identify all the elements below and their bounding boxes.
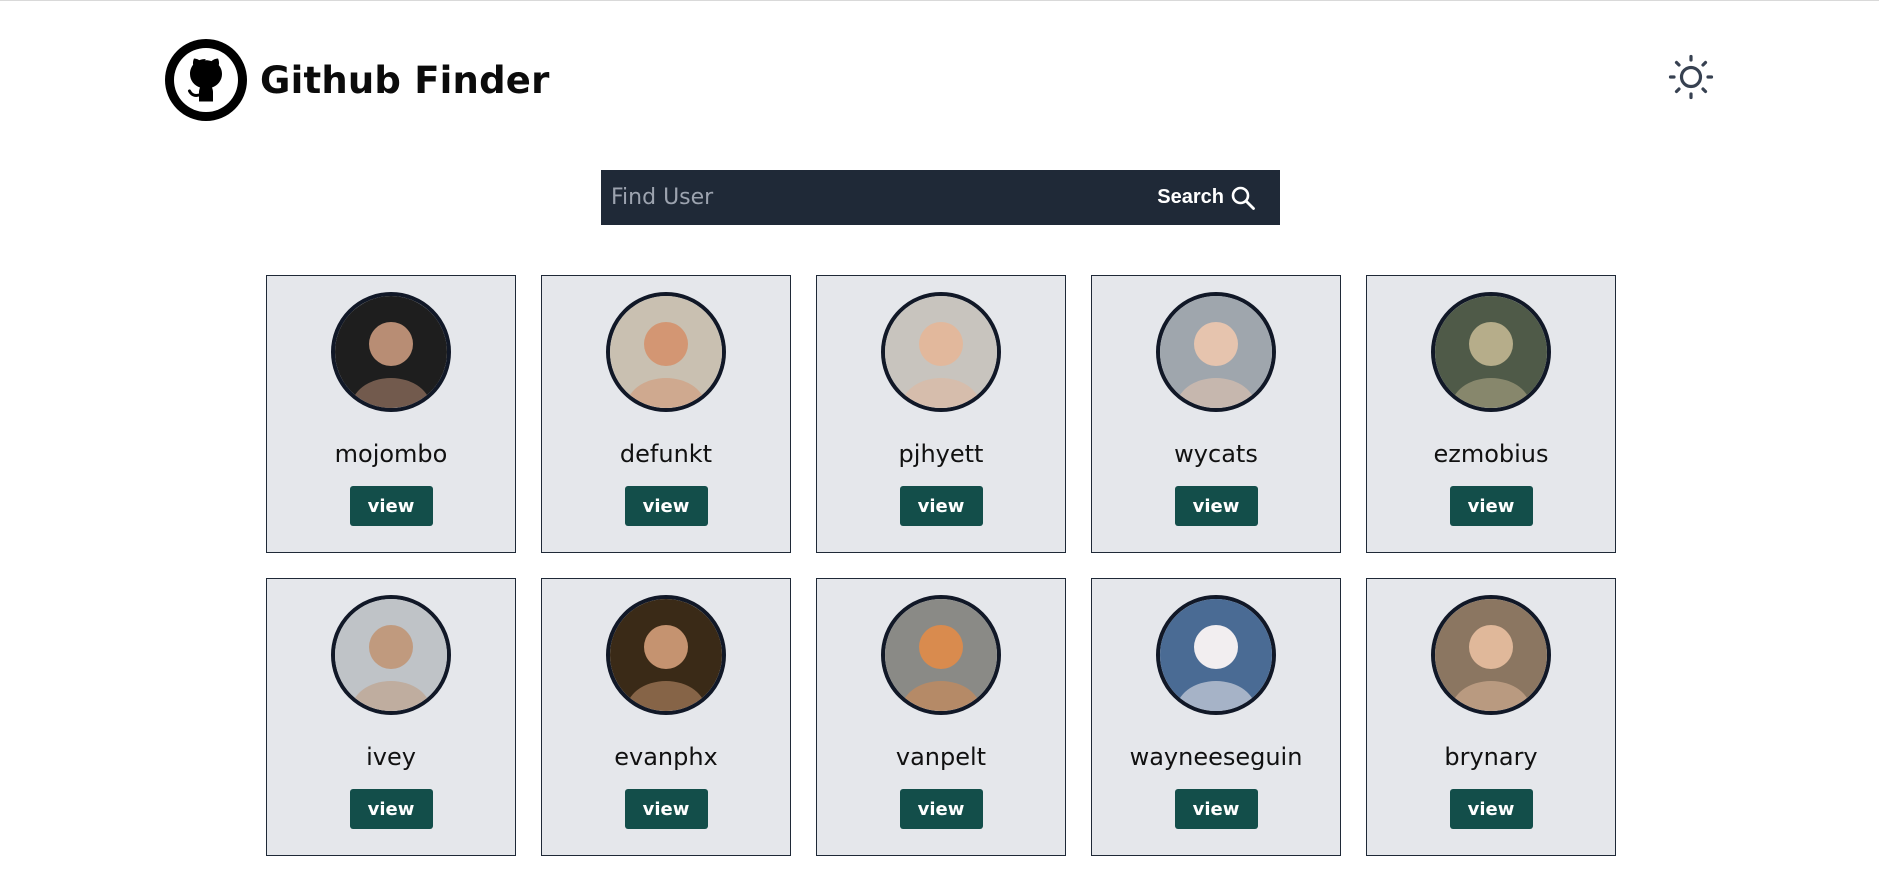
user-avatar — [331, 292, 451, 412]
github-octocat-icon — [165, 39, 247, 121]
user-login: ezmobius — [1433, 440, 1549, 468]
user-login: pjhyett — [898, 440, 984, 468]
user-card: wycats view — [1091, 275, 1341, 553]
view-profile-button[interactable]: view — [899, 789, 983, 829]
user-card: evanphx view — [541, 578, 791, 856]
view-profile-button[interactable]: view — [899, 486, 983, 526]
user-login: wayneeseguin — [1129, 743, 1303, 771]
user-card: wayneeseguin view — [1091, 578, 1341, 856]
user-login: vanpelt — [895, 743, 987, 771]
user-avatar — [881, 595, 1001, 715]
user-avatar — [331, 595, 451, 715]
search-button[interactable]: Search — [1145, 170, 1280, 225]
top-border — [0, 0, 1879, 1]
user-login: brynary — [1444, 743, 1538, 771]
user-login: evanphx — [614, 743, 718, 771]
user-avatar — [1156, 292, 1276, 412]
user-grid: mojombo view defunkt view pjhyett view wycats v… — [266, 275, 1616, 856]
view-profile-button[interactable]: view — [1174, 789, 1258, 829]
user-login: wycats — [1174, 440, 1258, 468]
user-card: defunkt view — [541, 275, 791, 553]
search-icon — [1231, 186, 1255, 210]
user-avatar — [606, 595, 726, 715]
view-profile-button[interactable]: view — [1449, 789, 1533, 829]
view-profile-button[interactable]: view — [349, 789, 433, 829]
view-profile-button[interactable]: view — [1174, 486, 1258, 526]
user-avatar — [1431, 595, 1551, 715]
user-login: defunkt — [619, 440, 713, 468]
user-card: ivey view — [266, 578, 516, 856]
app-logo[interactable]: Github Finder — [165, 39, 550, 121]
sun-icon — [1668, 54, 1714, 100]
user-card: pjhyett view — [816, 275, 1066, 553]
view-profile-button[interactable]: view — [349, 486, 433, 526]
view-profile-button[interactable]: view — [624, 789, 708, 829]
user-avatar — [1156, 595, 1276, 715]
theme-toggle-button[interactable] — [1668, 54, 1714, 100]
app-title: Github Finder — [260, 58, 550, 102]
user-card: vanpelt view — [816, 578, 1066, 856]
user-card: mojombo view — [266, 275, 516, 553]
user-avatar — [606, 292, 726, 412]
search-button-label: Search — [1157, 186, 1224, 208]
user-login: mojombo — [334, 440, 448, 468]
user-card: ezmobius view — [1366, 275, 1616, 553]
view-profile-button[interactable]: view — [1449, 486, 1533, 526]
view-profile-button[interactable]: view — [624, 486, 708, 526]
user-card: brynary view — [1366, 578, 1616, 856]
user-avatar — [1431, 292, 1551, 412]
search-input[interactable] — [601, 170, 1146, 225]
user-login: ivey — [366, 743, 416, 771]
user-avatar — [881, 292, 1001, 412]
search-form: Search — [601, 170, 1280, 225]
